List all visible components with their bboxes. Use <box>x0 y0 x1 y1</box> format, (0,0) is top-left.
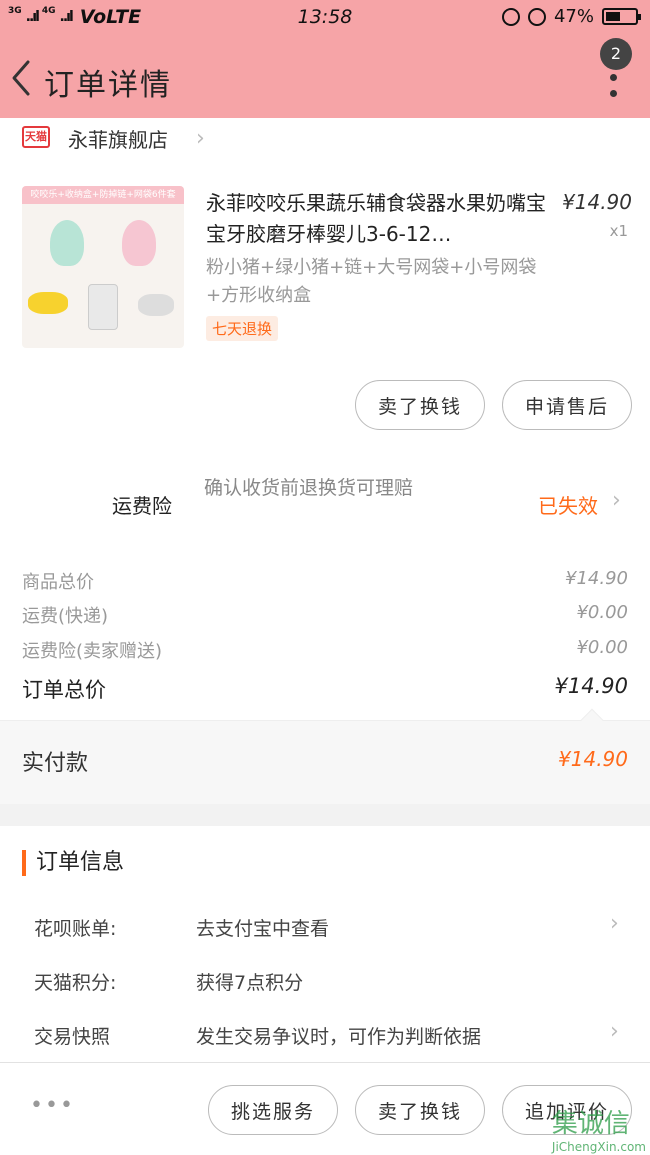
order-info-title: 订单信息 <box>22 850 124 876</box>
sell-button[interactable]: 卖了换钱 <box>355 380 485 430</box>
insurance-status: 已失效 <box>538 494 598 518</box>
more-dot-icon <box>609 90 617 97</box>
pink-feeder-image <box>122 220 156 266</box>
order-info-section: 订单信息 花呗账单: 去支付宝中查看 › 天猫积分: 获得7点积分 交易快照 发… <box>0 826 650 1062</box>
info-label: 交易快照 <box>34 1026 111 1048</box>
paid-value: ¥14.90 <box>558 747 628 771</box>
page-title: 订单详情 <box>44 68 172 103</box>
after-sale-button[interactable]: 申请售后 <box>502 380 632 430</box>
chevron-right-icon: › <box>612 488 621 513</box>
summary-value: ¥0.00 <box>576 637 628 658</box>
summary-row-total: 订单总价 ¥14.90 <box>0 674 650 706</box>
summary-value: ¥14.90 <box>565 568 628 589</box>
product-name[interactable]: 永菲咬咬乐果蔬乐辅食袋器水果奶嘴宝宝牙胶磨牙棒婴儿3-6-12… <box>206 188 546 250</box>
info-label: 天猫积分: <box>34 972 117 994</box>
battery-percent: 47% <box>553 6 594 27</box>
teether-chain-image <box>28 292 68 314</box>
summary-row-shipping: 运费(快递) ¥0.00 <box>0 602 650 634</box>
order-total-label: 订单总价 <box>22 678 106 702</box>
chevron-right-icon: › <box>610 1019 619 1044</box>
bottom-action-bar: ••• 挑选服务 卖了换钱 追加评价 集诚信 JiChengXin.com <box>0 1062 650 1155</box>
vibrate-icon <box>501 7 520 26</box>
paid-amount-row: 实付款 ¥14.90 <box>0 708 650 804</box>
status-bar: 3G ..ıl 4G ..ıl VoLTE 13:58 47% <box>0 0 650 34</box>
message-count-badge[interactable]: 2 <box>600 38 632 70</box>
product-price: ¥14.90 <box>562 190 632 214</box>
mesh-bag-image <box>138 294 174 316</box>
choose-service-button[interactable]: 挑选服务 <box>208 1085 338 1135</box>
product-image[interactable]: 咬咬乐+收纳盒+防掉链+网袋6件套 <box>22 186 184 348</box>
status-right: 47% <box>501 6 641 27</box>
summary-label: 商品总价 <box>22 572 94 593</box>
sell-button-bottom[interactable]: 卖了换钱 <box>355 1085 485 1135</box>
huabei-bill-row[interactable]: 花呗账单: 去支付宝中查看 › <box>0 911 650 954</box>
trade-snapshot-row[interactable]: 交易快照 发生交易争议时，可作为判断依据 › <box>0 1019 650 1062</box>
more-dot-icon <box>609 74 617 81</box>
page-header: 订单详情 2 <box>0 38 650 114</box>
product-quantity: x1 <box>609 222 628 240</box>
info-label: 花呗账单: <box>34 918 117 940</box>
product-image-banner: 咬咬乐+收纳盒+防掉链+网袋6件套 <box>22 186 184 204</box>
watermark-text: 集诚信 <box>551 1109 630 1139</box>
insurance-label: 运费险 <box>112 494 172 518</box>
battery-icon <box>602 8 641 25</box>
shipping-insurance-row[interactable]: 运费险 确认收货前退换货可理赔 已失效 › <box>0 470 650 530</box>
chevron-right-icon: › <box>610 911 619 936</box>
more-actions-icon[interactable]: ••• <box>30 1095 75 1117</box>
rotation-lock-icon <box>527 7 546 26</box>
storage-box-image <box>88 284 118 330</box>
summary-label: 运费险(卖家赠送) <box>22 641 163 662</box>
summary-label: 运费(快递) <box>22 606 109 627</box>
order-total-value: ¥14.90 <box>554 674 628 698</box>
info-value: 获得7点积分 <box>196 972 304 994</box>
top-bar: 3G ..ıl 4G ..ıl VoLTE 13:58 47% 订单详情 2 <box>0 0 650 118</box>
paid-label: 实付款 <box>22 751 89 776</box>
summary-row-goods: 商品总价 ¥14.90 <box>0 568 650 600</box>
watermark-url: JiChengXin.com <box>551 1140 646 1154</box>
insurance-description: 确认收货前退换货可理赔 <box>204 477 414 499</box>
product-sku: 粉小猪+绿小猪+链+大号网袋+小号网袋+方形收纳盒 <box>206 257 537 306</box>
summary-value: ¥0.00 <box>576 602 628 623</box>
tmall-points-row: 天猫积分: 获得7点积分 <box>0 968 650 1008</box>
green-feeder-image <box>50 220 84 266</box>
back-arrow-icon[interactable] <box>8 58 34 98</box>
summary-row-insurance: 运费险(卖家赠送) ¥0.00 <box>0 637 650 669</box>
product-item[interactable]: 咬咬乐+收纳盒+防掉链+网袋6件套 永菲咬咬乐果蔬乐辅食袋器水果奶嘴宝宝牙胶磨牙… <box>0 118 650 470</box>
info-value: 去支付宝中查看 <box>196 918 330 940</box>
seven-day-return-tag: 七天退换 <box>206 316 279 341</box>
watermark: 集诚信 JiChengXin.com <box>552 1103 646 1154</box>
info-value: 发生交易争议时，可作为判断依据 <box>196 1026 482 1048</box>
